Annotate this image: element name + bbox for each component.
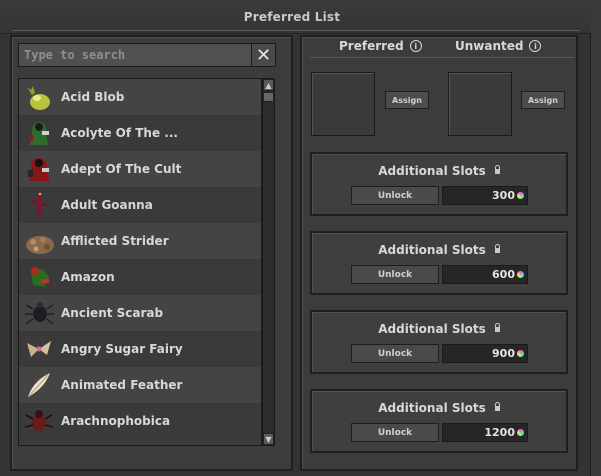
preferred-list-window: Preferred List ✕ Acid Blob Acolyte Of Th…: [0, 0, 591, 476]
creature-name: Adept Of The Cult: [61, 162, 182, 176]
afflicted-strider-icon: [26, 236, 54, 254]
creature-list: Acid Blob Acolyte Of The ... Adept Of Th…: [18, 78, 262, 446]
tibia-coin-icon: [517, 429, 524, 436]
unlock-button[interactable]: Unlock: [351, 265, 439, 284]
list-item[interactable]: Arachnophobica: [19, 403, 261, 439]
price-display: 900: [442, 344, 528, 363]
creature-name: Angry Sugar Fairy: [61, 342, 183, 356]
lock-icon: [494, 244, 500, 253]
list-item[interactable]: Ancient Scarab: [19, 295, 261, 331]
animated-feather-icon: [28, 373, 50, 397]
list-item[interactable]: Acolyte Of The ...: [19, 115, 261, 151]
title-divider: [12, 30, 580, 31]
acid-blob-icon: [27, 86, 50, 110]
price-display: 300: [442, 186, 528, 205]
goanna-icon: [30, 191, 48, 219]
price-value: 300: [492, 189, 515, 202]
amazon-icon: [31, 267, 49, 287]
additional-slots-group: Additional Slots Unlock 1200: [310, 389, 568, 453]
preferred-label: Preferred: [339, 39, 404, 53]
preferred-slot[interactable]: [311, 72, 375, 136]
additional-slots-group: Additional Slots Unlock 300: [310, 152, 568, 216]
creature-name: Arachnophobica: [61, 414, 171, 428]
background-strip: [591, 0, 601, 476]
tibia-coin-icon: [517, 192, 524, 199]
info-icon[interactable]: i: [529, 40, 542, 52]
unlock-button[interactable]: Unlock: [351, 423, 439, 442]
unwanted-header: Unwanted i: [455, 39, 542, 53]
slot-title: Additional Slots: [312, 322, 566, 336]
list-item[interactable]: Acid Blob: [19, 79, 261, 115]
lock-icon: [494, 402, 500, 411]
info-icon[interactable]: i: [409, 40, 422, 52]
scrollbar-thumb[interactable]: [263, 92, 274, 102]
lock-icon: [494, 323, 500, 332]
slot-title: Additional Slots: [312, 401, 566, 415]
list-scrollbar[interactable]: ▲ ▼: [262, 78, 275, 446]
list-item[interactable]: Adept Of The Cult: [19, 151, 261, 187]
header-divider: [310, 57, 574, 58]
close-icon: ✕: [255, 44, 272, 66]
slot-title-text: Additional Slots: [378, 322, 486, 336]
unwanted-label: Unwanted: [455, 39, 524, 53]
title-bar[interactable]: Preferred List: [0, 0, 591, 34]
arachnophobica-icon: [24, 410, 54, 431]
search-box: [18, 43, 252, 67]
sugar-fairy-icon: [27, 341, 51, 357]
lock-icon: [494, 165, 500, 174]
preferred-header: Preferred i: [339, 39, 422, 53]
scroll-up-button[interactable]: ▲: [263, 79, 274, 91]
list-item[interactable]: Adult Goanna: [19, 187, 261, 223]
unwanted-slot[interactable]: [448, 72, 512, 136]
adept-icon: [28, 158, 49, 181]
arrow-down-icon: ▼: [265, 434, 272, 444]
assign-unwanted-button[interactable]: Assign: [521, 91, 565, 109]
slot-title: Additional Slots: [312, 164, 566, 178]
list-item[interactable]: Afflicted Strider: [19, 223, 261, 259]
window-title: Preferred List: [243, 10, 341, 24]
slot-title-text: Additional Slots: [378, 401, 486, 415]
arrow-up-icon: ▲: [265, 80, 272, 90]
tibia-coin-icon: [517, 271, 524, 278]
slot-title-text: Additional Slots: [378, 164, 486, 178]
unlock-button[interactable]: Unlock: [351, 186, 439, 205]
price-value: 1200: [484, 426, 515, 439]
creature-name: Animated Feather: [61, 378, 183, 392]
clear-search-button[interactable]: ✕: [251, 43, 276, 67]
slot-title: Additional Slots: [312, 243, 566, 257]
creature-name: Afflicted Strider: [61, 234, 169, 248]
creature-name: Acid Blob: [61, 90, 125, 104]
tibia-coin-icon: [517, 350, 524, 357]
scarab-icon: [25, 302, 54, 325]
acolyte-icon: [29, 122, 49, 145]
unlock-button[interactable]: Unlock: [351, 344, 439, 363]
slot-title-text: Additional Slots: [378, 243, 486, 257]
search-input[interactable]: [19, 44, 251, 66]
list-item[interactable]: Animated Feather: [19, 367, 261, 403]
price-display: 600: [442, 265, 528, 284]
creature-name: Amazon: [61, 270, 115, 284]
scroll-down-button[interactable]: ▼: [263, 433, 274, 445]
assign-preferred-button[interactable]: Assign: [385, 91, 429, 109]
price-display: 1200: [442, 423, 528, 442]
additional-slots-group: Additional Slots Unlock 900: [310, 310, 568, 374]
price-value: 900: [492, 347, 515, 360]
list-item[interactable]: Angry Sugar Fairy: [19, 331, 261, 367]
creature-name: Adult Goanna: [61, 198, 153, 212]
price-value: 600: [492, 268, 515, 281]
creature-name: Acolyte Of The ...: [61, 126, 178, 140]
list-item[interactable]: Amazon: [19, 259, 261, 295]
creature-name: Ancient Scarab: [61, 306, 164, 320]
additional-slots-group: Additional Slots Unlock 600: [310, 231, 568, 295]
